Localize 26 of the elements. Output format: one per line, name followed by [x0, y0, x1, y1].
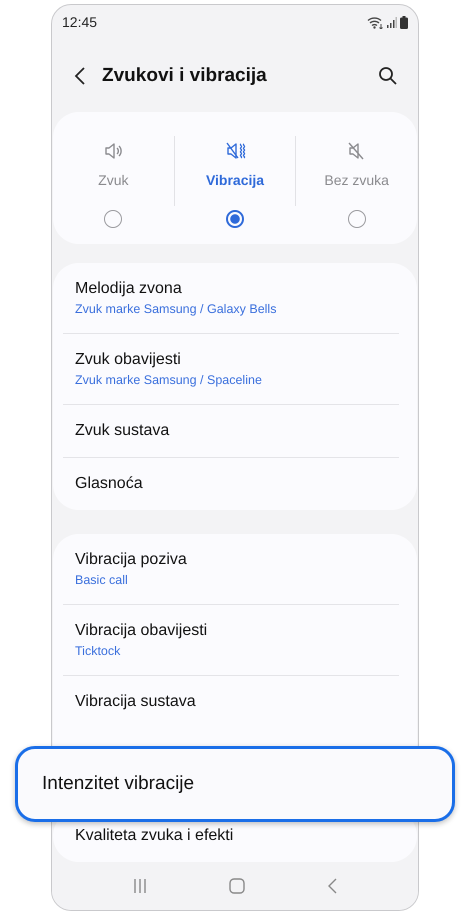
radio-button[interactable] — [104, 210, 122, 228]
setting-title[interactable]: Glasnoća — [75, 475, 395, 494]
back-icon[interactable] — [74, 66, 86, 86]
wifi-icon — [367, 16, 384, 29]
setting-title[interactable]: Vibracija sustava — [75, 693, 395, 712]
mode-label[interactable]: Vibracija — [206, 172, 264, 188]
setting-value: Ticktock — [75, 644, 122, 658]
home-icon[interactable] — [229, 878, 245, 894]
radio-button[interactable] — [348, 210, 366, 228]
highlighted-setting[interactable]: Intenzitet vibracije — [15, 746, 455, 822]
setting-value: Basic call — [75, 573, 129, 588]
setting-value: Zvuk marke Samsung / Spaceline — [75, 373, 263, 388]
setting-title[interactable]: Vibracija poziva — [75, 551, 395, 570]
status-time: 12:45 — [62, 14, 98, 30]
setting-title[interactable]: Vibracija obavijesti — [75, 622, 395, 640]
page-title: Zvukovi i vibracija — [102, 64, 268, 87]
setting-title[interactable]: Kvaliteta zvuka i efekti — [75, 827, 395, 846]
battery-icon — [400, 16, 408, 29]
radio-button[interactable] — [226, 210, 244, 228]
search-icon[interactable] — [378, 66, 398, 86]
setting-value: Zvuk marke Samsung / Galaxy Bells — [75, 302, 278, 316]
setting-title[interactable]: Zvuk sustava — [75, 422, 395, 440]
recents-icon[interactable] — [133, 879, 147, 893]
setting-title[interactable]: Melodija zvona — [75, 280, 395, 298]
signal-icon — [387, 16, 397, 28]
setting-title[interactable]: Zvuk obavijesti — [75, 351, 395, 370]
